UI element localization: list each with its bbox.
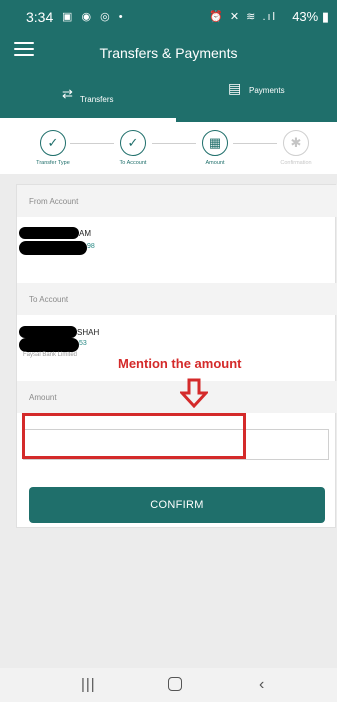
battery-icon: ▮ xyxy=(318,9,329,24)
transfer-icon: ⇄ xyxy=(62,86,73,101)
step-label: Amount xyxy=(205,160,225,166)
battery-indicator: 43% ▮ xyxy=(292,9,329,25)
battery-percent: 43% xyxy=(292,9,319,24)
to-account-name: SHAH xyxy=(77,328,100,337)
step-label: Transfer Type xyxy=(36,160,70,166)
step-label: To Account xyxy=(119,160,147,166)
back-icon[interactable]: ‹ xyxy=(259,676,264,694)
step-to-account: ✓ To Account xyxy=(98,130,168,166)
redacted-name xyxy=(19,326,77,338)
page-title: Transfers & Payments xyxy=(99,45,238,61)
from-account-header: From Account xyxy=(17,185,337,217)
from-account-name: AM xyxy=(79,229,91,238)
confirm-button[interactable]: CONFIRM xyxy=(29,487,325,523)
system-status-icons: ⏰ ✕ ≋ .ıl xyxy=(209,11,277,23)
tab-bar: ⇄ Transfers ▤ Payments xyxy=(0,70,337,122)
annotation-highlight-box xyxy=(22,413,246,459)
step-confirmation: ✱ Confirmation xyxy=(261,130,331,166)
recent-apps-icon[interactable]: ||| xyxy=(81,676,96,693)
amount-header: Amount xyxy=(17,381,337,413)
to-account-bank: Faysal Bank Limited xyxy=(23,352,78,358)
to-account-number: 53 xyxy=(79,340,87,347)
tab-transfers-label: Transfers xyxy=(80,95,114,104)
arrow-down-icon xyxy=(180,378,208,408)
calculator-icon: ▦ xyxy=(202,130,228,156)
tab-transfers[interactable]: ⇄ Transfers xyxy=(0,70,176,122)
system-nav-bar: ||| ‹ xyxy=(0,668,337,702)
app-bar: Transfers & Payments xyxy=(0,34,337,70)
step-amount: ▦ Amount xyxy=(180,130,250,166)
redacted-number xyxy=(19,241,87,255)
status-time: 3:34 xyxy=(26,9,54,25)
status-bar: 3:34 ▣ ◉ ◎ • ⏰ ✕ ≋ .ıl 43% ▮ xyxy=(0,0,337,34)
handshake-icon: ✱ xyxy=(283,130,309,156)
notification-icons: ▣ ◉ ◎ • xyxy=(62,11,126,23)
redacted-name xyxy=(19,227,79,239)
from-account-number: 98 xyxy=(87,243,95,250)
progress-stepper: ✓ Transfer Type ✓ To Account ▦ Amount ✱ … xyxy=(0,122,337,174)
check-icon: ✓ xyxy=(40,130,66,156)
receipt-icon: ▤ xyxy=(228,80,242,96)
tab-payments-label: Payments xyxy=(249,86,285,95)
check-icon: ✓ xyxy=(120,130,146,156)
step-transfer-type: ✓ Transfer Type xyxy=(18,130,88,166)
annotation-text: Mention the amount xyxy=(118,356,242,371)
home-icon[interactable] xyxy=(168,677,182,691)
to-account-header: To Account xyxy=(17,283,337,315)
step-label: Confirmation xyxy=(280,160,312,166)
tab-payments[interactable]: ▤ Payments xyxy=(176,70,337,122)
redacted-number xyxy=(19,338,79,352)
